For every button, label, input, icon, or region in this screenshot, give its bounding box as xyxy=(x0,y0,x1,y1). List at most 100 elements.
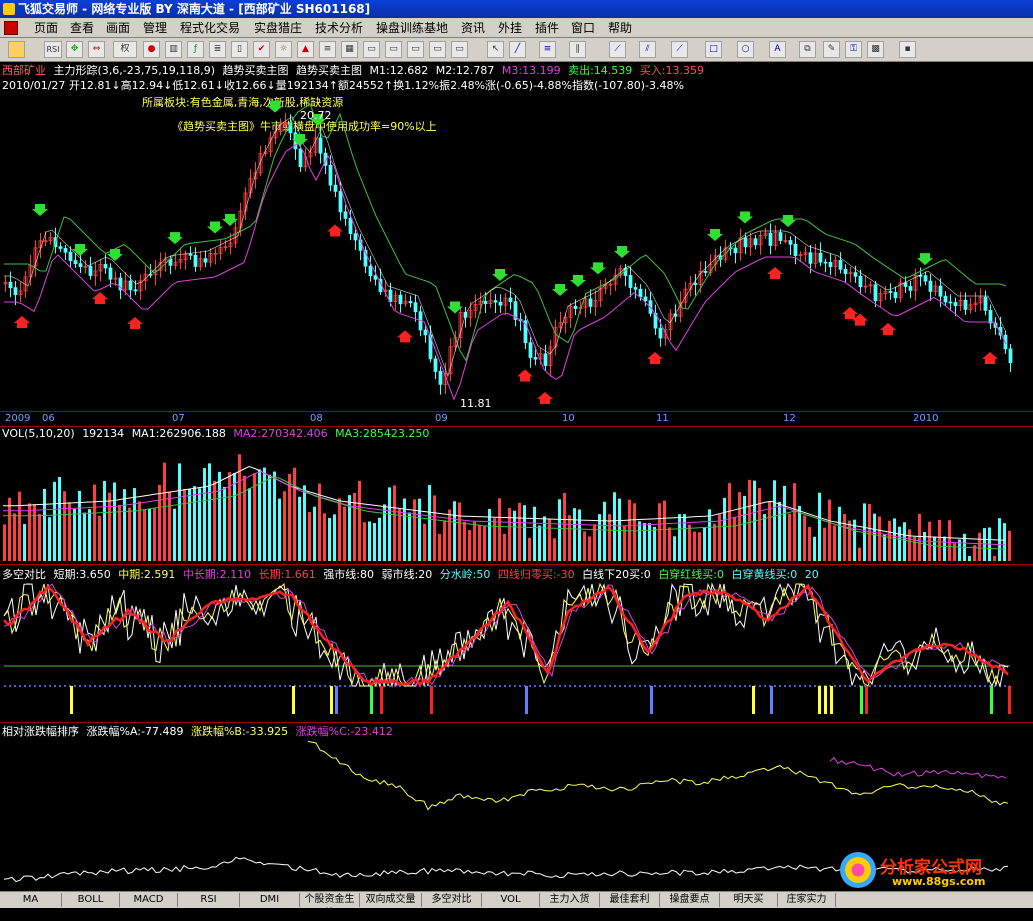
signal-bar xyxy=(430,686,433,714)
volume-bar xyxy=(893,518,896,561)
low-price-label: 11.81 xyxy=(460,397,492,410)
vol-title[interactable]: VOL(5,10,20) xyxy=(2,427,75,440)
tab-long-short[interactable]: 多空对比 xyxy=(422,893,482,907)
sell-arrow-icon xyxy=(267,100,283,113)
menu-manage[interactable]: 管理 xyxy=(143,20,167,36)
menu-plugins[interactable]: 插件 xyxy=(535,20,559,36)
menu-plugin-ext[interactable]: 外挂 xyxy=(498,20,522,36)
candlestick xyxy=(948,301,953,304)
alarm-icon[interactable]: ▲ xyxy=(297,41,314,58)
rights-dropdown[interactable]: 权 xyxy=(113,41,137,58)
swap-icon[interactable]: ⇔ xyxy=(88,41,105,58)
menu-view[interactable]: 查看 xyxy=(70,20,94,36)
window-4-icon[interactable]: ▭ xyxy=(429,41,446,58)
save-icon[interactable]: ▪ xyxy=(899,41,916,58)
move-icon[interactable]: ✥ xyxy=(66,41,83,58)
buy-arrow-icon xyxy=(92,292,108,304)
channel-draw-icon[interactable]: ∥ xyxy=(569,41,586,58)
volume-bar xyxy=(43,488,46,561)
tools-icon[interactable]: ☼ xyxy=(275,41,292,58)
grid-icon[interactable]: ▦ xyxy=(341,41,358,58)
candlestick xyxy=(193,254,198,267)
rank-title[interactable]: 相对涨跌幅排序 xyxy=(2,725,79,738)
menu-tech-analysis[interactable]: 技术分析 xyxy=(315,20,363,36)
rank-header: 相对涨跌幅排序 涨跌幅%A:-77.489 涨跌幅%B:-33.925 涨跌幅%… xyxy=(2,725,397,738)
candlestick xyxy=(628,275,633,288)
volume-chart[interactable] xyxy=(0,441,1033,563)
menu-training[interactable]: 操盘训练基地 xyxy=(376,20,448,36)
system-menu-icon[interactable] xyxy=(4,21,18,35)
tab-trading-points[interactable]: 操盘要点 xyxy=(660,893,720,907)
list-icon[interactable]: ≣ xyxy=(209,41,226,58)
tab-rsi[interactable]: RSI xyxy=(178,893,240,907)
rank-icon[interactable]: ≡ xyxy=(319,41,336,58)
dk-mid: 中期:2.591 xyxy=(118,568,176,581)
home-icon[interactable] xyxy=(8,41,25,58)
signal-bar xyxy=(865,686,868,714)
dk-title[interactable]: 多空对比 xyxy=(2,568,46,581)
volume-bar xyxy=(643,523,646,561)
window-5-icon[interactable]: ▭ xyxy=(451,41,468,58)
tab-dmi[interactable]: DMI xyxy=(240,893,300,907)
menu-page[interactable]: 页面 xyxy=(34,20,58,36)
menu-window[interactable]: 窗口 xyxy=(571,20,595,36)
volume-bar xyxy=(193,486,196,561)
candlestick xyxy=(853,272,858,277)
buy-arrow-icon xyxy=(647,352,663,364)
cursor-icon[interactable]: ↖ xyxy=(487,41,504,58)
sell-arrow-icon xyxy=(32,204,48,216)
tab-main-buy[interactable]: 主力入货 xyxy=(540,893,600,907)
rsi-button[interactable]: RSI xyxy=(44,41,62,58)
tab-buy-tomorrow[interactable]: 明天买 xyxy=(720,893,778,907)
hline-draw-icon[interactable]: ≡ xyxy=(539,41,556,58)
lock-icon[interactable]: ⚿ xyxy=(845,41,862,58)
menu-screen[interactable]: 画面 xyxy=(106,20,130,36)
volume-bar xyxy=(938,519,941,561)
tab-arbitrage[interactable]: 最佳套利 xyxy=(600,893,660,907)
volume-bar xyxy=(563,492,566,561)
menu-program-trade[interactable]: 程式化交易 xyxy=(180,20,240,36)
volume-bar xyxy=(648,523,651,561)
signal-bar xyxy=(335,686,338,714)
rect-draw-icon[interactable]: □ xyxy=(705,41,722,58)
volume-bar xyxy=(393,485,396,561)
compare-icon[interactable]: ● xyxy=(143,41,160,58)
fib-draw-icon[interactable]: ⫽ xyxy=(639,41,656,58)
volume-bar xyxy=(458,502,461,561)
tab-capital[interactable]: 个股资金生效 xyxy=(300,893,360,919)
stock-select-icon[interactable]: ✔ xyxy=(253,41,270,58)
formula-icon[interactable]: ƒ xyxy=(187,41,204,58)
menu-news[interactable]: 资讯 xyxy=(461,20,485,36)
long-short-chart[interactable] xyxy=(0,582,1033,720)
chart-icon[interactable]: ▥ xyxy=(165,41,182,58)
line-draw-icon[interactable]: ╱ xyxy=(509,41,526,58)
window-3-icon[interactable]: ▭ xyxy=(407,41,424,58)
fan-draw-icon[interactable]: ⟋ xyxy=(609,41,626,58)
window-1-icon[interactable]: ▭ xyxy=(363,41,380,58)
tab-dealer-strength[interactable]: 庄家实力 xyxy=(778,893,836,907)
copy-icon[interactable]: ⧉ xyxy=(799,41,816,58)
tab-boll[interactable]: BOLL xyxy=(62,893,120,907)
candlestick xyxy=(188,253,193,256)
volume-bar xyxy=(843,513,846,561)
volume-bar xyxy=(273,471,276,561)
volume-bar xyxy=(108,492,111,561)
menu-help[interactable]: 帮助 xyxy=(608,20,632,36)
book-icon[interactable]: ▯ xyxy=(231,41,248,58)
ellipse-draw-icon[interactable]: ○ xyxy=(737,41,754,58)
tab-two-way-volume[interactable]: 双向成交量 xyxy=(360,893,422,907)
window-2-icon[interactable]: ▭ xyxy=(385,41,402,58)
menu-hunt[interactable]: 实盘猎庄 xyxy=(254,20,302,36)
tab-ma[interactable]: MA xyxy=(0,893,62,907)
price-chart[interactable] xyxy=(0,64,1033,410)
candlestick xyxy=(793,243,798,256)
date-tick: 2010 xyxy=(913,413,939,424)
color-icon[interactable]: ▩ xyxy=(867,41,884,58)
tab-macd[interactable]: MACD xyxy=(120,893,178,907)
text-draw-icon[interactable]: A xyxy=(769,41,786,58)
tab-vol[interactable]: VOL xyxy=(482,893,540,907)
candlestick xyxy=(333,184,338,192)
erase-icon[interactable]: ✎ xyxy=(823,41,840,58)
cycle-draw-icon[interactable]: ⟋ xyxy=(671,41,688,58)
candlestick xyxy=(873,284,878,302)
